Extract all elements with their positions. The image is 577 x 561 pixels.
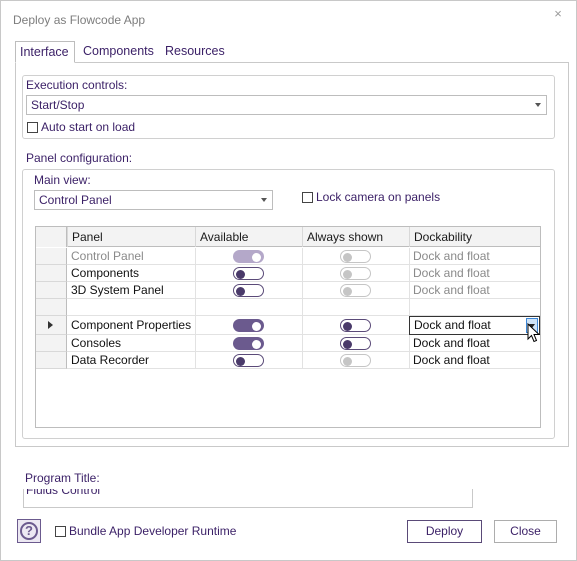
column-header-always-shown[interactable]: Always shown [302, 227, 409, 247]
dockability-cell[interactable]: Dock and float [409, 282, 540, 299]
available-toggle[interactable] [233, 267, 264, 280]
panel-name: Consoles [71, 336, 122, 350]
row-header[interactable] [36, 265, 67, 282]
current-row-arrow-icon [48, 321, 53, 329]
main-view-label: Main view: [34, 173, 91, 187]
mouse-cursor-icon [527, 323, 541, 343]
row-header[interactable] [36, 335, 67, 352]
row-header[interactable] [36, 282, 67, 299]
panel-name: 3D System Panel [71, 283, 164, 297]
table-row[interactable]: 3D System Panel Dock and float [67, 282, 540, 299]
program-title-input[interactable]: Fluids Control [23, 489, 473, 508]
bundle-runtime-label: Bundle App Developer Runtime [69, 524, 237, 538]
execution-controls-select[interactable]: Start/Stop [26, 95, 547, 115]
table-row[interactable]: Control Panel Dock and float [67, 248, 540, 265]
available-toggle[interactable] [233, 319, 264, 332]
main-view-select[interactable]: Control Panel [34, 190, 273, 210]
dockability-cell: Dock and float [409, 248, 540, 265]
column-header-dockability[interactable]: Dockability [409, 227, 540, 247]
panel-name: Control Panel [71, 249, 144, 263]
available-toggle[interactable] [233, 337, 264, 350]
tab-interface[interactable]: Interface [15, 41, 75, 63]
always-shown-toggle [340, 354, 371, 367]
table-row[interactable]: Data Recorder Dock and float [67, 352, 540, 369]
table-row-selected[interactable]: Component Properties Dock and float [67, 316, 540, 335]
table-row[interactable] [67, 299, 540, 316]
always-shown-toggle [340, 284, 371, 297]
always-shown-toggle [340, 250, 371, 263]
available-toggle[interactable] [233, 354, 264, 367]
panel-grid: Panel Available Always shown Dockability… [35, 226, 541, 428]
always-shown-toggle [340, 267, 371, 280]
row-header-selected[interactable] [36, 316, 67, 335]
chevron-down-icon [261, 198, 267, 202]
tab-resources[interactable]: Resources [161, 41, 229, 63]
lock-camera-checkbox[interactable] [302, 192, 313, 203]
deploy-button[interactable]: Deploy [407, 520, 482, 543]
dockability-cell[interactable]: Dock and float [409, 352, 540, 369]
row-header[interactable] [36, 352, 67, 369]
help-button[interactable]: ? [17, 519, 41, 543]
column-header-available[interactable]: Available [195, 227, 302, 247]
panel-name [69, 299, 195, 316]
grid-header: Panel Available Always shown Dockability [36, 227, 540, 247]
help-icon: ? [20, 522, 38, 540]
dockability-dropdown[interactable]: Dock and float [409, 316, 540, 335]
close-button[interactable]: Close [494, 520, 557, 543]
row-header[interactable] [36, 248, 67, 265]
chevron-down-icon [535, 103, 541, 107]
window-title: Deploy as Flowcode App [13, 13, 146, 27]
deploy-dialog: Deploy as Flowcode App × Interface Compo… [0, 0, 577, 561]
lock-camera-label: Lock camera on panels [316, 190, 441, 204]
table-row[interactable]: Components Dock and float [67, 265, 540, 282]
auto-start-checkbox[interactable] [27, 122, 38, 133]
tab-components[interactable]: Components [79, 41, 158, 63]
column-header-panel[interactable]: Panel [67, 227, 195, 247]
program-title-label: Program Title: [25, 471, 100, 485]
auto-start-label: Auto start on load [41, 120, 136, 134]
panel-name: Components [71, 266, 140, 280]
available-toggle [233, 250, 264, 263]
execution-controls-value: Start/Stop [31, 98, 85, 112]
panel-name: Data Recorder [71, 353, 150, 367]
always-shown-toggle[interactable] [340, 319, 371, 332]
bundle-runtime-checkbox[interactable] [55, 526, 66, 537]
execution-controls-label: Execution controls: [26, 78, 128, 92]
row-header[interactable] [36, 299, 67, 316]
panel-configuration-label: Panel configuration: [26, 151, 133, 165]
grid-corner [36, 227, 67, 247]
always-shown-toggle[interactable] [340, 337, 371, 350]
main-view-value: Control Panel [39, 193, 112, 207]
dockability-value: Dock and float [414, 318, 491, 332]
table-row[interactable]: Consoles Dock and float [67, 335, 540, 352]
available-toggle[interactable] [233, 284, 264, 297]
dockability-cell[interactable]: Dock and float [409, 265, 540, 282]
dockability-cell[interactable]: Dock and float [409, 335, 540, 352]
panel-name: Component Properties [71, 318, 192, 332]
program-title-value: Fluids Control [26, 489, 101, 497]
title-bar: Deploy as Flowcode App × [1, 1, 576, 37]
close-icon[interactable]: × [550, 6, 566, 22]
